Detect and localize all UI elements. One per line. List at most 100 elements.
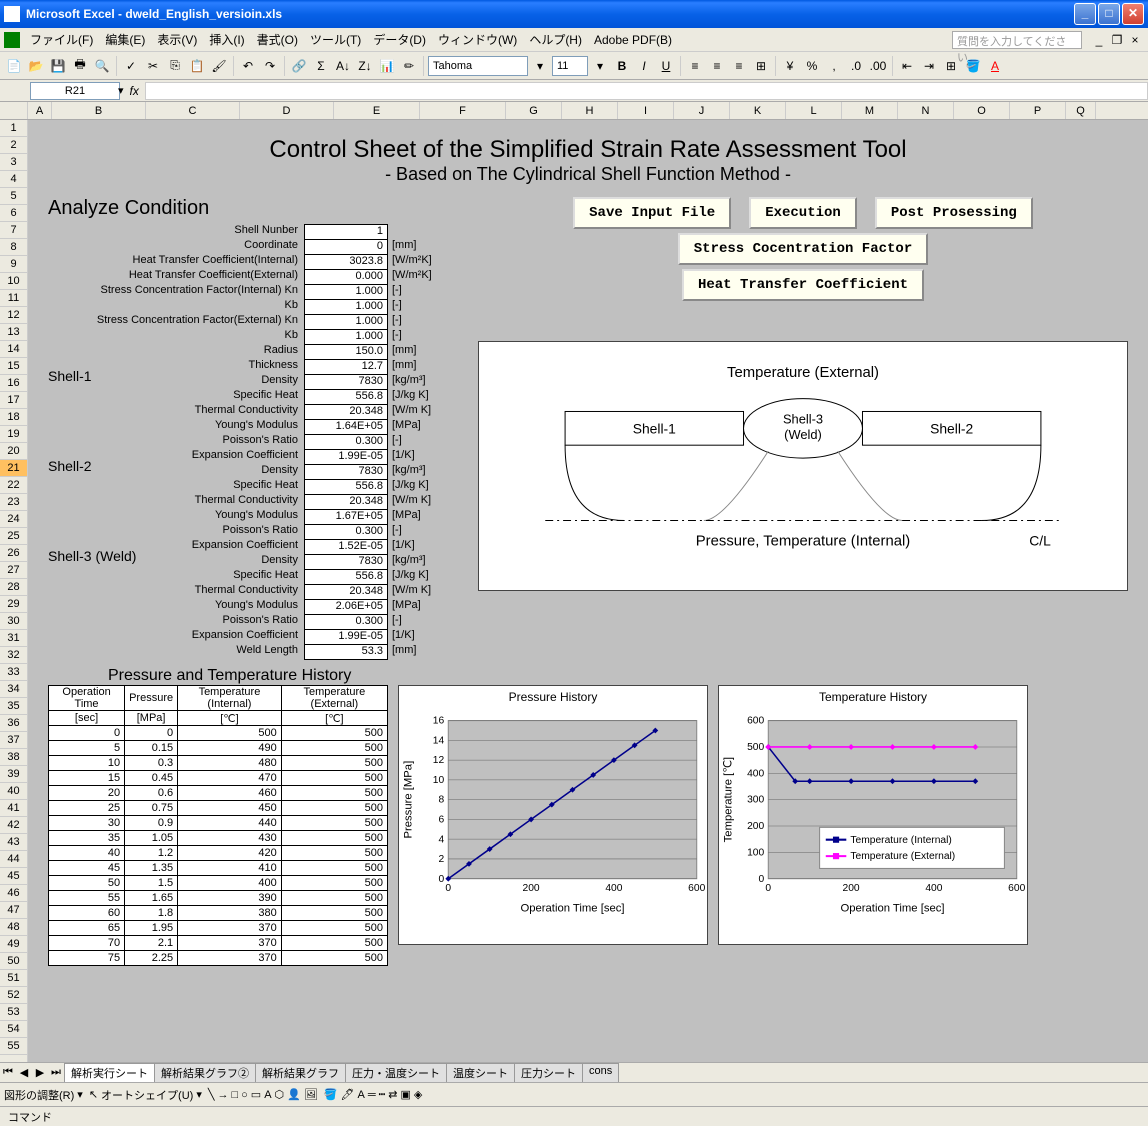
- row-header[interactable]: 52: [0, 987, 27, 1004]
- execution-button[interactable]: Execution: [749, 197, 857, 229]
- font-size-select[interactable]: [552, 56, 588, 76]
- row-header[interactable]: 55: [0, 1038, 27, 1055]
- autoshape-menu[interactable]: オートシェイプ(U): [101, 1087, 193, 1103]
- param-value-cell[interactable]: 0.300: [304, 524, 388, 540]
- param-value-cell[interactable]: 0: [304, 239, 388, 255]
- row-header[interactable]: 37: [0, 732, 27, 749]
- param-value-cell[interactable]: 3023.8: [304, 254, 388, 270]
- row-header[interactable]: 21: [0, 460, 27, 477]
- name-box[interactable]: [30, 82, 120, 100]
- column-header[interactable]: A: [28, 102, 52, 119]
- align-center-icon[interactable]: ≡: [707, 56, 727, 76]
- menu-format[interactable]: 書式(O): [251, 29, 304, 50]
- column-header[interactable]: C: [146, 102, 240, 119]
- param-value-cell[interactable]: 7830: [304, 374, 388, 390]
- cell[interactable]: 370: [178, 951, 282, 966]
- row-header[interactable]: 40: [0, 783, 27, 800]
- cell[interactable]: 470: [178, 771, 282, 786]
- cell[interactable]: 500: [281, 876, 387, 891]
- row-header[interactable]: 46: [0, 885, 27, 902]
- comma-icon[interactable]: ,: [824, 56, 844, 76]
- cell[interactable]: 0.6: [125, 786, 178, 801]
- row-header[interactable]: 7: [0, 222, 27, 239]
- picture-icon[interactable]: 🖼: [304, 1088, 318, 1101]
- save-icon[interactable]: 💾: [48, 56, 68, 76]
- dash-style-icon[interactable]: ┅: [379, 1088, 386, 1101]
- doc-close-button[interactable]: ×: [1127, 33, 1143, 47]
- cell[interactable]: 1.65: [125, 891, 178, 906]
- row-header[interactable]: 54: [0, 1021, 27, 1038]
- row-header[interactable]: 20: [0, 443, 27, 460]
- column-header[interactable]: M: [842, 102, 898, 119]
- formula-input[interactable]: [145, 82, 1148, 100]
- param-value-cell[interactable]: 1.67E+05: [304, 509, 388, 525]
- tab-nav-first-icon[interactable]: ⏮: [0, 1066, 16, 1079]
- param-value-cell[interactable]: 20.348: [304, 584, 388, 600]
- indent-dec-icon[interactable]: ⇤: [897, 56, 917, 76]
- cell[interactable]: 490: [178, 741, 282, 756]
- cell[interactable]: 60: [49, 906, 125, 921]
- cell[interactable]: 410: [178, 861, 282, 876]
- format-painter-icon[interactable]: 🖌: [209, 56, 229, 76]
- cell[interactable]: 15: [49, 771, 125, 786]
- tab-nav-prev-icon[interactable]: ◀: [16, 1066, 32, 1079]
- cell[interactable]: 500: [281, 816, 387, 831]
- cell[interactable]: 0.45: [125, 771, 178, 786]
- sheet-tab[interactable]: 圧力シート: [514, 1063, 583, 1082]
- italic-icon[interactable]: I: [634, 56, 654, 76]
- row-header[interactable]: 15: [0, 358, 27, 375]
- column-header[interactable]: F: [420, 102, 506, 119]
- wordart-icon[interactable]: A: [264, 1089, 271, 1101]
- hyperlink-icon[interactable]: 🔗: [289, 56, 309, 76]
- cell[interactable]: 0.9: [125, 816, 178, 831]
- param-value-cell[interactable]: 1.000: [304, 314, 388, 330]
- param-value-cell[interactable]: 20.348: [304, 494, 388, 510]
- select-all-corner[interactable]: [0, 102, 28, 119]
- cell[interactable]: 500: [281, 756, 387, 771]
- row-header[interactable]: 45: [0, 868, 27, 885]
- cell[interactable]: 0.75: [125, 801, 178, 816]
- row-header[interactable]: 10: [0, 273, 27, 290]
- column-header[interactable]: I: [618, 102, 674, 119]
- cell[interactable]: 0: [49, 726, 125, 741]
- 3d-icon[interactable]: ◈: [414, 1088, 422, 1101]
- line-style-icon[interactable]: ═: [368, 1089, 376, 1101]
- param-value-cell[interactable]: 0.000: [304, 269, 388, 285]
- redo-icon[interactable]: ↷: [260, 56, 280, 76]
- oval-icon[interactable]: ○: [241, 1089, 248, 1101]
- menu-edit[interactable]: 編集(E): [99, 29, 151, 50]
- row-header[interactable]: 49: [0, 936, 27, 953]
- line-icon[interactable]: ╲: [208, 1088, 215, 1101]
- column-header[interactable]: P: [1010, 102, 1066, 119]
- row-header[interactable]: 35: [0, 698, 27, 715]
- row-header[interactable]: 23: [0, 494, 27, 511]
- font-color-icon[interactable]: A: [985, 56, 1005, 76]
- cell[interactable]: 380: [178, 906, 282, 921]
- cell[interactable]: 500: [281, 846, 387, 861]
- param-value-cell[interactable]: 1.99E-05: [304, 629, 388, 645]
- dropdown-icon[interactable]: ▾: [77, 1088, 83, 1101]
- param-value-cell[interactable]: 0.300: [304, 434, 388, 450]
- cell[interactable]: 370: [178, 936, 282, 951]
- row-header[interactable]: 13: [0, 324, 27, 341]
- post-processing-button[interactable]: Post Prosessing: [875, 197, 1033, 229]
- param-value-cell[interactable]: 1.000: [304, 329, 388, 345]
- spellcheck-icon[interactable]: ✓: [121, 56, 141, 76]
- cell[interactable]: 430: [178, 831, 282, 846]
- stress-concentration-button[interactable]: Stress Cocentration Factor: [678, 233, 928, 265]
- sheet-tab[interactable]: 解析実行シート: [64, 1063, 155, 1082]
- cell[interactable]: 500: [281, 831, 387, 846]
- row-header[interactable]: 32: [0, 647, 27, 664]
- borders-icon[interactable]: ⊞: [941, 56, 961, 76]
- cell[interactable]: 460: [178, 786, 282, 801]
- cell[interactable]: 500: [281, 891, 387, 906]
- bold-icon[interactable]: B: [612, 56, 632, 76]
- row-header[interactable]: 16: [0, 375, 27, 392]
- row-header[interactable]: 17: [0, 392, 27, 409]
- print-preview-icon[interactable]: 🔍: [92, 56, 112, 76]
- undo-icon[interactable]: ↶: [238, 56, 258, 76]
- drawing-icon[interactable]: ✏: [399, 56, 419, 76]
- row-header[interactable]: 9: [0, 256, 27, 273]
- cell[interactable]: 400: [178, 876, 282, 891]
- param-value-cell[interactable]: 1.64E+05: [304, 419, 388, 435]
